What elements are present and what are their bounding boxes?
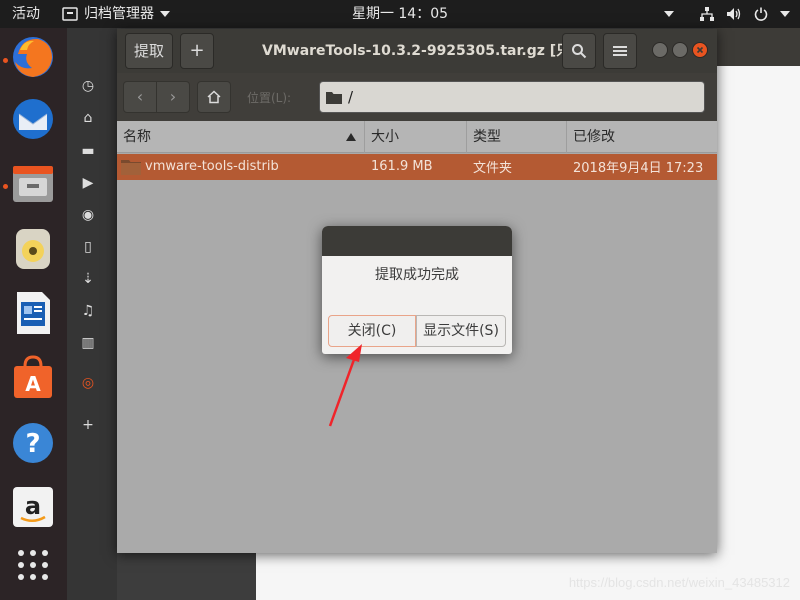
folder-icon[interactable]: ▬ [80,143,96,159]
running-indicator [3,184,8,189]
row-type: 文件夹 [473,161,513,176]
navigation-bar: ‹ › 位置(L): / [117,73,717,121]
firefox-icon[interactable] [10,34,56,80]
help-icon[interactable]: ? [10,420,56,466]
row-name: vmware-tools-distrib [117,154,365,180]
forward-button[interactable]: › [156,81,190,113]
volume-icon [727,8,741,20]
watermark: https://blog.csdn.net/weixin_43485312 [568,575,790,590]
search-icon [572,44,587,59]
background-headerbar [716,28,800,66]
download-icon[interactable]: ⇣ [80,271,96,287]
power-icon [754,7,768,21]
chevron-down-icon [664,11,674,17]
disc-icon[interactable]: ◎ [80,375,96,391]
video-icon[interactable]: ▶ [80,175,96,191]
extract-button[interactable]: 提取 [125,33,173,69]
home-icon[interactable]: ⌂ [80,110,96,126]
writer-icon[interactable] [10,290,56,336]
minimize-button[interactable] [652,42,668,58]
location-bar[interactable]: / [319,81,705,113]
network-icon [700,7,714,21]
extract-success-dialog: 提取成功完成 关闭(C) 显示文件(S) [322,226,512,354]
rhythmbox-icon[interactable] [10,226,56,272]
document-icon[interactable]: ▯ [80,239,96,255]
trash-icon[interactable]: ▥ [80,335,96,351]
column-modified[interactable]: 已修改 [567,121,717,153]
show-files-button[interactable]: 显示文件(S) [416,315,506,347]
column-name[interactable]: 名称 [117,121,365,153]
camera-icon[interactable]: ◉ [80,207,96,223]
thunderbird-icon[interactable] [10,96,56,142]
close-button[interactable] [692,42,708,58]
show-applications-icon[interactable] [10,542,56,588]
svg-text:?: ? [25,429,40,459]
window-headerbar: 提取 + VMwareTools-10.3.2-9925305.tar.gz [… [117,29,717,73]
home-icon [207,90,221,104]
dialog-headerbar [322,226,512,256]
dialog-message: 提取成功完成 [375,267,459,283]
column-size[interactable]: 大小 [365,121,467,153]
svg-text:A: A [25,372,41,396]
chevron-down-icon [780,11,790,17]
search-button[interactable] [562,33,596,69]
top-bar: 活动 归档管理器 星期一 14：05 [0,0,800,28]
column-header: 名称 大小 类型 已修改 [117,121,717,153]
recent-icon[interactable]: ◷ [80,78,96,94]
folder-icon [121,160,141,175]
folder-icon [326,91,342,104]
table-row[interactable]: vmware-tools-distrib 161.9 MB 文件夹 2018年9… [117,154,717,180]
hamburger-icon [613,46,627,56]
back-button[interactable]: ‹ [123,81,157,113]
close-icon [696,46,704,54]
system-menu[interactable] [664,0,790,28]
music-icon[interactable]: ♫ [80,303,96,319]
software-store-icon[interactable]: A [10,354,56,400]
menu-button[interactable] [603,33,637,69]
dock: A ? a [0,28,67,600]
location-label: 位置(L): [247,91,292,105]
annotation-arrow [328,344,362,427]
running-indicator [3,58,8,63]
row-modified: 2018年9月4日 17:23 [573,161,704,176]
files-icon[interactable] [10,160,56,206]
amazon-icon[interactable]: a [10,484,56,530]
row-size: 161.9 MB [371,159,433,174]
svg-text:a: a [25,492,41,520]
window-title: VMwareTools-10.3.2-9925305.tar.gz [只读] [262,43,591,59]
maximize-button[interactable] [672,42,688,58]
add-button[interactable]: + [180,33,214,69]
sort-ascending-icon [346,133,356,141]
home-button[interactable] [197,81,231,113]
add-location-icon[interactable]: + [80,417,96,433]
column-type[interactable]: 类型 [467,121,567,153]
location-path: / [348,88,354,106]
